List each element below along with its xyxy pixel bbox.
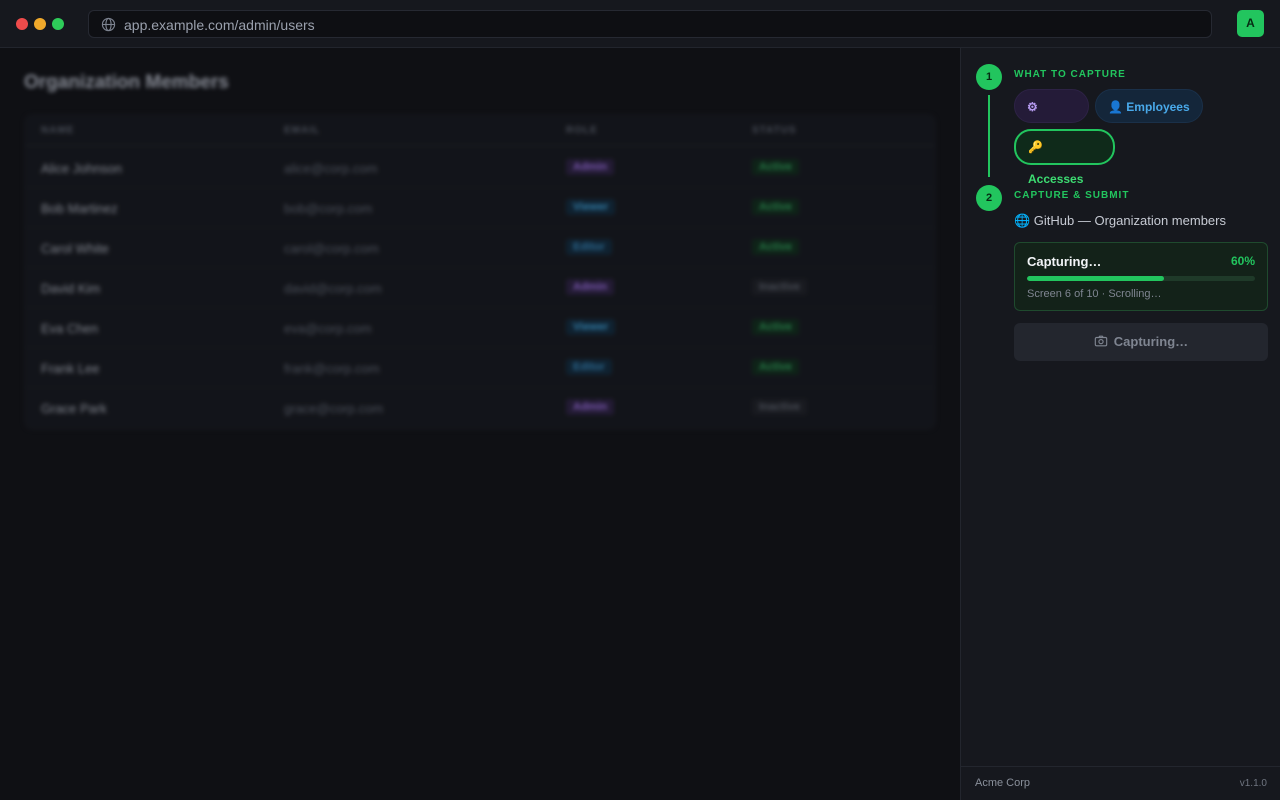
capture-button[interactable]: Capturing… xyxy=(1014,323,1268,361)
step-1-indicator: 1 xyxy=(976,64,1002,90)
capture-source: 🌐 GitHub — Organization members xyxy=(1014,213,1226,228)
page-title: Organization Members xyxy=(24,72,229,93)
table-row[interactable]: David Kim david@corp.com Admin Inactive xyxy=(24,268,936,308)
column-header-status: STATUS xyxy=(752,125,797,136)
role-badge: Viewer xyxy=(566,199,616,215)
capture-panel: 1 WHAT TO CAPTURE ⚙ Assets 👤 Employees 🔑… xyxy=(960,48,1280,800)
status-badge: Active xyxy=(752,239,800,255)
member-email: grace@corp.com xyxy=(284,401,384,416)
progress-detail: Screen 6 of 10 · Scrolling… xyxy=(1027,288,1162,300)
member-name: David Kim xyxy=(41,281,101,296)
step-2-indicator: 2 xyxy=(976,185,1002,211)
progress-percent: 60% xyxy=(1230,254,1255,268)
role-badge: Editor xyxy=(566,239,612,255)
app-version: v1.1.0 xyxy=(1239,778,1267,789)
maximize-window-button[interactable] xyxy=(52,18,64,30)
table-row[interactable]: Eva Chen eva@corp.com Viewer Active xyxy=(24,308,936,348)
table-row[interactable]: Bob Martinez bob@corp.com Viewer Active xyxy=(24,188,936,228)
member-name: Eva Chen xyxy=(41,321,99,336)
member-email: alice@corp.com xyxy=(284,161,378,176)
member-email: frank@corp.com xyxy=(284,361,380,376)
capture-type-employees-chip[interactable]: 👤 Employees xyxy=(1095,89,1203,123)
member-name: Frank Lee xyxy=(41,361,100,376)
table-row[interactable]: Carol White carol@corp.com Editor Active xyxy=(24,228,936,268)
role-badge: Admin xyxy=(566,399,615,415)
table-row[interactable]: Grace Park grace@corp.com Admin Inactive xyxy=(24,388,936,428)
status-badge: Active xyxy=(752,199,800,215)
table-header: NAME EMAIL ROLE STATUS xyxy=(24,114,936,146)
status-badge: Inactive xyxy=(752,279,807,295)
camera-icon xyxy=(1094,335,1108,347)
role-badge: Admin xyxy=(566,159,615,175)
status-badge: Active xyxy=(752,319,800,335)
role-badge: Editor xyxy=(566,359,612,375)
capture-type-accesses-chip[interactable]: 🔑 Accesses xyxy=(1014,129,1115,186)
member-name: Alice Johnson xyxy=(41,161,122,176)
member-email: david@corp.com xyxy=(284,281,382,296)
status-badge: Inactive xyxy=(752,399,807,415)
column-header-role: ROLE xyxy=(566,125,598,136)
main-content: Organization Members NAME EMAIL ROLE STA… xyxy=(0,48,960,800)
panel-footer: Acme Corp v1.1.0 xyxy=(961,766,1280,800)
user-avatar[interactable]: A xyxy=(1237,10,1264,37)
role-badge: Admin xyxy=(566,279,615,295)
member-name: Carol White xyxy=(41,241,109,256)
member-email: bob@corp.com xyxy=(284,201,373,216)
organization-name: Acme Corp xyxy=(975,777,1031,789)
close-window-button[interactable] xyxy=(16,18,28,30)
step-1-label: WHAT TO CAPTURE xyxy=(1014,69,1126,80)
capture-button-label: Capturing… xyxy=(1113,334,1189,349)
address-bar-url: app.example.com/admin/users xyxy=(124,17,315,33)
table-row[interactable]: Frank Lee frank@corp.com Editor Active xyxy=(24,348,936,388)
role-badge: Viewer xyxy=(566,319,616,335)
status-badge: Active xyxy=(752,359,800,375)
progress-bar xyxy=(1027,276,1255,281)
column-header-name: NAME xyxy=(41,125,75,136)
capture-progress-card: Capturing… 60% Screen 6 of 10 · Scrollin… xyxy=(1014,242,1268,311)
member-name: Bob Martinez xyxy=(41,201,118,216)
member-name: Grace Park xyxy=(41,401,107,416)
step-connector xyxy=(988,95,990,177)
progress-bar-fill xyxy=(1027,276,1164,281)
step-2-label: CAPTURE & SUBMIT xyxy=(1014,190,1130,201)
members-table: NAME EMAIL ROLE STATUS Alice Johnson ali… xyxy=(24,114,936,430)
address-bar[interactable]: app.example.com/admin/users xyxy=(88,10,1212,38)
status-badge: Active xyxy=(752,159,800,175)
table-row[interactable]: Alice Johnson alice@corp.com Admin Activ… xyxy=(24,148,936,188)
member-email: eva@corp.com xyxy=(284,321,372,336)
globe-icon xyxy=(101,17,116,32)
browser-top-bar: app.example.com/admin/users A xyxy=(0,0,1280,48)
member-email: carol@corp.com xyxy=(284,241,379,256)
progress-title: Capturing… xyxy=(1027,254,1102,269)
capture-type-assets-chip[interactable]: ⚙ Assets xyxy=(1014,89,1089,148)
minimize-window-button[interactable] xyxy=(34,18,46,30)
column-header-email: EMAIL xyxy=(284,125,321,136)
